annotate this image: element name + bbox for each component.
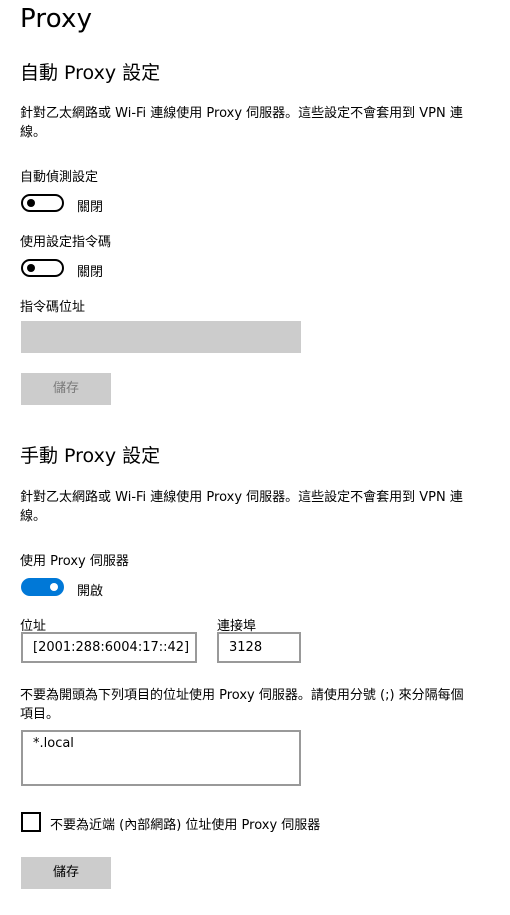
toggle-off-icon xyxy=(27,264,35,272)
proxy-port-input[interactable]: 3128 xyxy=(217,632,301,663)
use-proxy-state: 開啟 xyxy=(77,584,104,599)
script-address-input[interactable] xyxy=(21,321,301,353)
toggle-off-icon xyxy=(27,199,35,207)
use-proxy-label: 使用 Proxy 伺服器 xyxy=(20,554,129,569)
manual-proxy-heading: 手動 Proxy 設定 xyxy=(20,445,161,467)
manual-save-button[interactable]: 儲存 xyxy=(21,857,111,889)
manual-proxy-description: 針對乙太網路或 Wi-Fi 連線使用 Proxy 伺服器。這些設定不會套用到 V… xyxy=(20,490,463,524)
auto-proxy-heading: 自動 Proxy 設定 xyxy=(20,62,161,84)
auto-detect-label: 自動偵測設定 xyxy=(20,170,99,185)
use-proxy-toggle[interactable] xyxy=(21,578,64,596)
toggle-on-icon xyxy=(50,583,58,591)
auto-detect-state: 關閉 xyxy=(77,200,104,215)
exceptions-textarea[interactable]: *.local xyxy=(21,730,301,786)
auto-save-button[interactable]: 儲存 xyxy=(21,373,111,405)
auto-proxy-description: 針對乙太網路或 Wi-Fi 連線使用 Proxy 伺服器。這些設定不會套用到 V… xyxy=(20,106,463,140)
local-bypass-checkbox[interactable] xyxy=(21,812,41,832)
script-address-label: 指令碼位址 xyxy=(20,300,86,315)
setup-script-state: 關閉 xyxy=(77,265,104,280)
page-title: Proxy xyxy=(20,4,93,34)
setup-script-label: 使用設定指令碼 xyxy=(20,235,112,250)
setup-script-toggle[interactable] xyxy=(21,259,64,277)
local-bypass-label: 不要為近端 (內部網路) 位址使用 Proxy 伺服器 xyxy=(50,818,321,833)
exceptions-label: 不要為開頭為下列項目的位址使用 Proxy 伺服器。請使用分號 (;) 來分隔每… xyxy=(20,688,464,722)
proxy-address-input[interactable]: [2001:288:6004:17::42] xyxy=(21,632,197,663)
auto-detect-toggle[interactable] xyxy=(21,194,64,212)
